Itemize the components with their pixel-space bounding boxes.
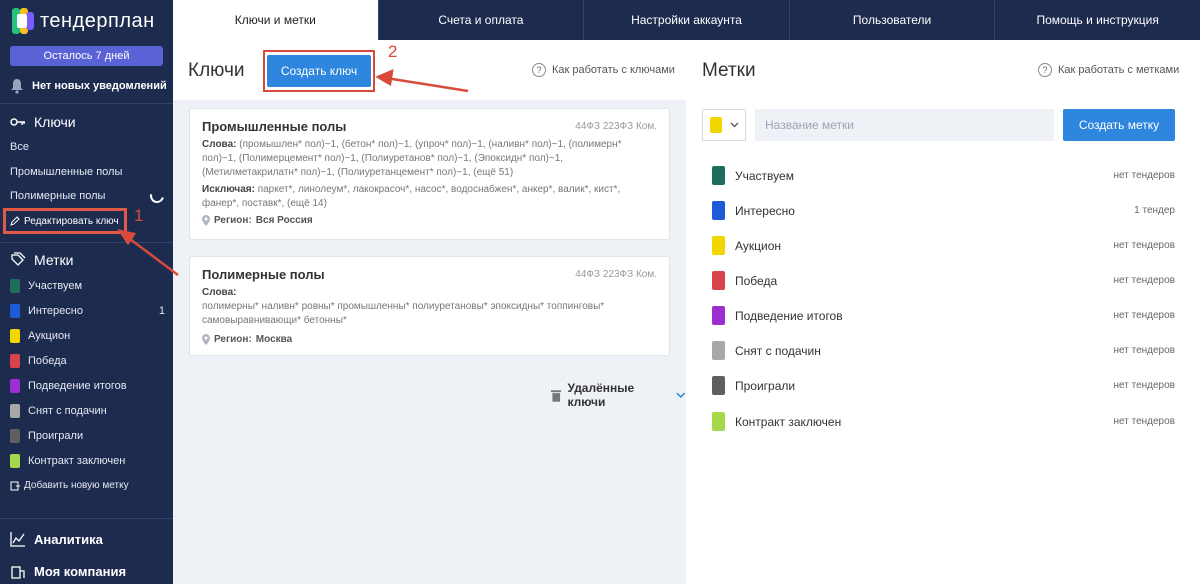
annotation-arrow-1 xyxy=(117,229,179,276)
annotation-arrow-2 xyxy=(375,68,469,93)
annotation-arrows xyxy=(117,68,469,276)
